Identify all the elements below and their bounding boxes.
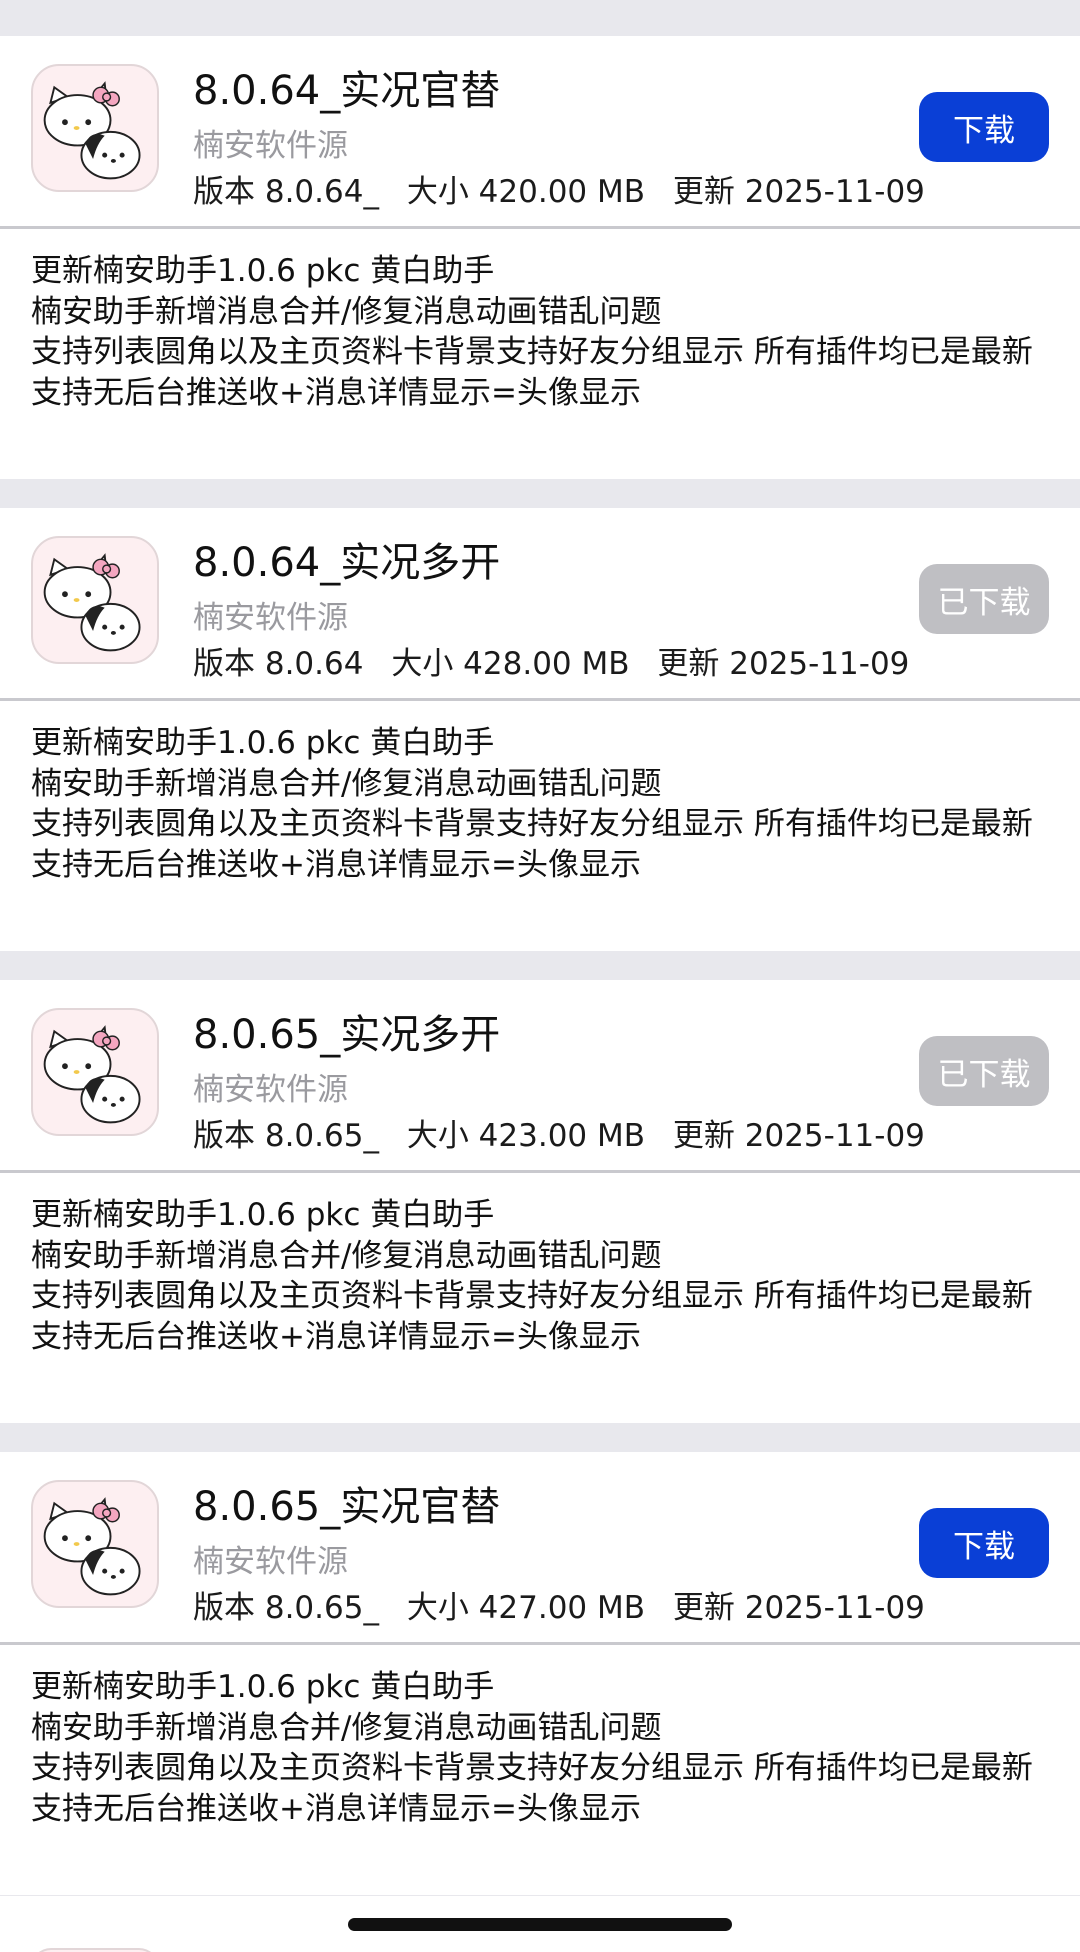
release-note-line: 支持无后台推送收+消息详情显示=头像显示 (31, 1318, 641, 1355)
release-note-line: 楠安助手新增消息合并/修复消息动画错乱问题 (31, 1709, 662, 1746)
release-note-line: 更新楠安助手1.0.6 pkc 黄白助手 (31, 1197, 495, 1233)
app-icon-peek (31, 1948, 159, 1952)
puppy-icon (80, 130, 141, 180)
puppy-icon (80, 1546, 141, 1596)
release-note-line: 更新楠安助手1.0.6 pkc 黄白助手 (31, 253, 495, 289)
app-card-header[interactable]: 8.0.64_实况多开 楠安软件源 版本 8.0.64 大小 428.00 MB… (0, 508, 1080, 701)
app-icon[interactable] (31, 1480, 159, 1608)
home-indicator[interactable] (348, 1918, 732, 1931)
app-size: 大小 428.00 MB (391, 646, 630, 682)
app-icon[interactable] (31, 1008, 159, 1136)
app-version: 版本 8.0.64 (193, 646, 364, 682)
app-source: 楠安软件源 (193, 128, 348, 164)
downloaded-button[interactable]: 已下载 (919, 1036, 1049, 1106)
release-note-line: 支持列表圆角以及主页资料卡背景支持好友分组显示 所有插件均已是最新 (31, 1278, 1033, 1314)
release-note-line: 支持列表圆角以及主页资料卡背景支持好友分组显示 所有插件均已是最新 (31, 1750, 1033, 1786)
app-source: 楠安软件源 (193, 1072, 348, 1108)
app-size: 大小 427.00 MB (406, 1590, 646, 1626)
release-notes: 更新楠安助手1.0.6 pkc 黄白助手 楠安助手新增消息合并/修复消息动画错乱… (0, 229, 1080, 479)
app-meta: 版本 8.0.64_ 大小 420.00 MB 更新 2025-11-09 (193, 166, 943, 211)
app-card-header[interactable]: 8.0.65_实况官替 楠安软件源 版本 8.0.65_ 大小 427.00 M… (0, 1452, 1080, 1645)
download-button[interactable]: 下载 (919, 92, 1049, 162)
downloaded-button[interactable]: 已下载 (919, 564, 1049, 634)
app-meta: 版本 8.0.64 大小 428.00 MB 更新 2025-11-09 (193, 638, 927, 683)
app-updated: 更新 2025-11-09 (672, 1590, 925, 1626)
app-icon[interactable] (31, 64, 159, 192)
release-note-line: 支持无后台推送收+消息详情显示=头像显示 (31, 1790, 641, 1827)
app-title: 8.0.64_实况多开 (193, 540, 501, 586)
release-notes: 更新楠安助手1.0.6 pkc 黄白助手 楠安助手新增消息合并/修复消息动画错乱… (0, 701, 1080, 951)
app-version: 版本 8.0.65_ (193, 1590, 379, 1626)
release-notes: 更新楠安助手1.0.6 pkc 黄白助手 楠安助手新增消息合并/修复消息动画错乱… (0, 1173, 1080, 1423)
app-updated: 更新 2025-11-09 (657, 646, 910, 682)
app-version: 版本 8.0.65_ (193, 1118, 379, 1154)
app-title: 8.0.65_实况多开 (193, 1012, 501, 1058)
release-note-line: 支持无后台推送收+消息详情显示=头像显示 (31, 374, 641, 411)
release-note-line: 支持列表圆角以及主页资料卡背景支持好友分组显示 所有插件均已是最新 (31, 806, 1033, 842)
app-card: 8.0.65_实况官替 楠安软件源 版本 8.0.65_ 大小 427.00 M… (0, 1452, 1080, 1895)
app-source: 楠安软件源 (193, 1544, 348, 1580)
app-icon[interactable] (31, 536, 159, 664)
app-updated: 更新 2025-11-09 (672, 1118, 925, 1154)
app-source: 楠安软件源 (193, 600, 348, 636)
app-card: 8.0.65_实况多开 楠安软件源 版本 8.0.65_ 大小 423.00 M… (0, 980, 1080, 1423)
app-meta: 版本 8.0.65_ 大小 427.00 MB 更新 2025-11-09 (193, 1582, 943, 1627)
release-note-line: 楠安助手新增消息合并/修复消息动画错乱问题 (31, 293, 662, 330)
puppy-icon (80, 1074, 141, 1124)
app-card: 8.0.64_实况多开 楠安软件源 版本 8.0.64 大小 428.00 MB… (0, 508, 1080, 951)
puppy-icon (80, 602, 141, 652)
app-card-header[interactable]: 8.0.64_实况官替 楠安软件源 版本 8.0.64_ 大小 420.00 M… (0, 36, 1080, 229)
release-note-line: 楠安助手新增消息合并/修复消息动画错乱问题 (31, 765, 662, 802)
app-size: 大小 423.00 MB (406, 1118, 646, 1154)
app-card: 8.0.64_实况官替 楠安软件源 版本 8.0.64_ 大小 420.00 M… (0, 36, 1080, 479)
release-note-line: 更新楠安助手1.0.6 pkc 黄白助手 (31, 725, 495, 761)
app-size: 大小 420.00 MB (406, 174, 646, 210)
app-meta: 版本 8.0.65_ 大小 423.00 MB 更新 2025-11-09 (193, 1110, 943, 1155)
download-button[interactable]: 下载 (919, 1508, 1049, 1578)
app-title: 8.0.65_实况官替 (193, 1484, 501, 1530)
app-version: 版本 8.0.64_ (193, 174, 379, 210)
release-note-line: 更新楠安助手1.0.6 pkc 黄白助手 (31, 1669, 495, 1705)
release-note-line: 楠安助手新增消息合并/修复消息动画错乱问题 (31, 1237, 662, 1274)
app-updated: 更新 2025-11-09 (672, 174, 925, 210)
app-list-page: 8.0.64_实况官替 楠安软件源 版本 8.0.64_ 大小 420.00 M… (0, 0, 1080, 1952)
release-notes: 更新楠安助手1.0.6 pkc 黄白助手 楠安助手新增消息合并/修复消息动画错乱… (0, 1645, 1080, 1895)
app-card-header[interactable]: 8.0.65_实况多开 楠安软件源 版本 8.0.65_ 大小 423.00 M… (0, 980, 1080, 1173)
release-note-line: 支持列表圆角以及主页资料卡背景支持好友分组显示 所有插件均已是最新 (31, 334, 1033, 370)
app-title: 8.0.64_实况官替 (193, 68, 501, 114)
release-note-line: 支持无后台推送收+消息详情显示=头像显示 (31, 846, 641, 883)
